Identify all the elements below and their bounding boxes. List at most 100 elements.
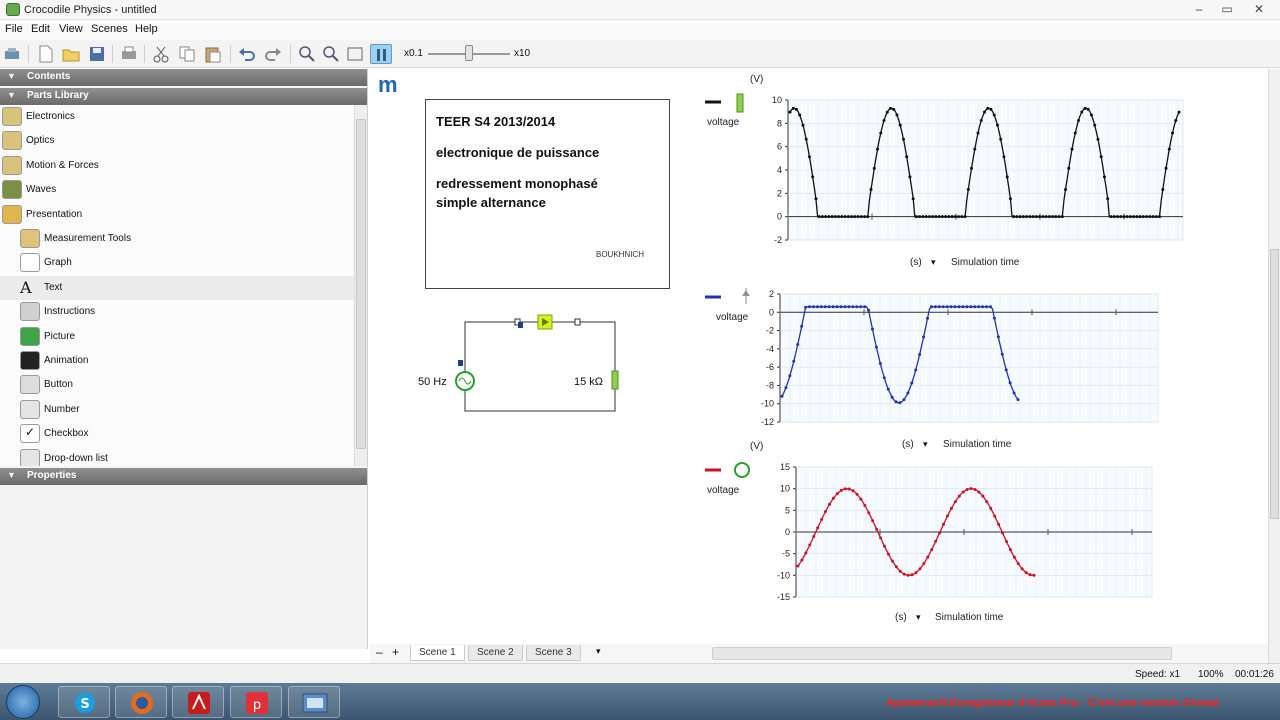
library-item-label: Electronics	[26, 111, 75, 122]
graph1-ytick-label: 0	[777, 212, 782, 222]
pause-icon[interactable]	[370, 44, 392, 64]
library-item-optics[interactable]: Optics	[0, 129, 354, 153]
graph1-point	[843, 215, 847, 219]
acrobat-icon[interactable]	[172, 686, 224, 718]
graph3-point	[945, 514, 949, 518]
open-icon[interactable]	[60, 44, 82, 64]
library-item-drop-down-list[interactable]: Drop-down list	[0, 447, 354, 466]
graph3-point	[875, 527, 879, 531]
scene-icon[interactable]	[2, 44, 24, 64]
graph2-point	[914, 368, 918, 372]
graph3-ytick-label: 5	[785, 505, 790, 515]
remove-scene-button[interactable]: –	[376, 645, 383, 659]
contents-header[interactable]: ▼ Contents	[0, 69, 367, 86]
library-item-animation[interactable]: Animation	[0, 349, 354, 373]
windows-start-icon[interactable]	[6, 685, 40, 719]
library-item-presentation[interactable]: Presentation	[0, 203, 354, 227]
undo-icon[interactable]	[236, 44, 258, 64]
graph1-x-dropdown[interactable]: ▾	[931, 257, 936, 268]
diode-component[interactable]	[537, 314, 553, 330]
graph2-x-dropdown[interactable]: ▾	[923, 439, 928, 450]
collapse-arrow-icon: ▼	[7, 470, 16, 480]
library-item-measurement-tools[interactable]: Measurement Tools	[0, 227, 354, 251]
library-item-instructions[interactable]: Instructions	[0, 300, 354, 324]
menu-view[interactable]: View	[59, 23, 83, 35]
menu-edit[interactable]: Edit	[31, 23, 50, 35]
tab-scene-1[interactable]: Scene 1	[410, 645, 465, 661]
textbox-topic-line1: redressement monophasé	[436, 176, 598, 191]
ac-source-component[interactable]	[455, 371, 475, 391]
firefox-icon[interactable]	[115, 686, 167, 718]
zoom-in-icon[interactable]	[296, 44, 318, 64]
scene-text-box[interactable]: TEER S4 2013/2014 electronique de puissa…	[425, 99, 670, 289]
maximize-button[interactable]: ▭	[1216, 2, 1238, 17]
graph2-point	[890, 395, 894, 399]
graph2-point	[780, 394, 784, 398]
graph1-point	[1102, 175, 1106, 179]
graph1-point	[992, 113, 996, 117]
library-item-label: Motion & Forces	[26, 159, 99, 171]
cut-icon[interactable]	[150, 44, 172, 64]
save-icon[interactable]	[86, 44, 108, 64]
graph3-x-dropdown[interactable]: ▾	[916, 612, 921, 623]
close-button[interactable]: ✕	[1248, 2, 1270, 17]
graph1-point	[1122, 215, 1126, 219]
parts-library-header[interactable]: ▼ Parts Library	[0, 88, 367, 105]
graph1-point	[1089, 113, 1093, 117]
fit-icon[interactable]	[344, 44, 366, 64]
graph1-point	[895, 113, 899, 117]
minimize-button[interactable]: –	[1188, 2, 1210, 17]
menu-file[interactable]: File	[5, 23, 23, 35]
resistor-component[interactable]	[611, 370, 619, 390]
canvas-scroll-thumb[interactable]	[1270, 249, 1279, 519]
library-item-waves[interactable]: Waves	[0, 178, 354, 202]
speed-slider-thumb[interactable]	[465, 45, 473, 61]
crocodile-logo: m	[378, 72, 398, 97]
textbox-author: BOUKHNICH	[596, 250, 645, 259]
graph2-point	[929, 305, 933, 309]
canvas-scrollbar[interactable]	[1268, 69, 1280, 663]
library-item-text[interactable]: A Text	[0, 275, 354, 300]
library-item-number[interactable]: Number	[0, 398, 354, 422]
canvas-horizontal-scrollbar[interactable]	[712, 647, 1172, 660]
graph3-point	[831, 496, 835, 500]
paste-icon[interactable]	[202, 44, 224, 64]
tab-scene-3[interactable]: Scene 3	[526, 645, 581, 661]
scene-tabs-more[interactable]: ▾	[596, 646, 601, 657]
menu-help[interactable]: Help	[135, 23, 158, 35]
add-scene-button[interactable]: +	[392, 645, 399, 659]
graph1-point	[879, 131, 883, 135]
zoom-out-icon[interactable]	[320, 44, 342, 64]
p-app-icon[interactable]: p	[230, 686, 282, 718]
circuit-diagram[interactable]	[420, 310, 630, 420]
tab-scene-2[interactable]: Scene 2	[468, 645, 523, 661]
graph1-point	[1054, 215, 1058, 219]
library-scroll-thumb[interactable]	[356, 119, 366, 449]
library-item-checkbox[interactable]: ✓ Checkbox	[0, 422, 354, 446]
graph1-point	[856, 215, 860, 219]
print-icon[interactable]	[118, 44, 140, 64]
library-item-button[interactable]: Button	[0, 373, 354, 397]
properties-header[interactable]: ▼ Properties	[0, 468, 367, 485]
library-item-motion-forces[interactable]: Motion & Forces	[0, 154, 354, 178]
screen-recorder-icon[interactable]	[288, 686, 340, 718]
graph2-point	[827, 305, 831, 309]
menu-scenes[interactable]: Scenes	[91, 23, 128, 35]
graph1-point	[846, 215, 850, 219]
redo-icon[interactable]	[262, 44, 284, 64]
animation-icon	[20, 351, 40, 370]
library-item-picture[interactable]: Picture	[0, 325, 354, 349]
speed-min-label: x0.1	[404, 48, 423, 59]
graph2-point	[808, 305, 812, 309]
graph2-point	[847, 305, 851, 309]
graph1-point	[940, 215, 944, 219]
graph2-point	[985, 305, 989, 309]
skype-icon[interactable]: S	[58, 686, 110, 718]
graph1-point	[970, 166, 974, 170]
new-icon[interactable]	[34, 44, 56, 64]
copy-icon[interactable]	[176, 44, 198, 64]
library-item-graph[interactable]: Graph	[0, 251, 354, 275]
library-item-electronics[interactable]: Electronics	[0, 105, 354, 129]
graph3-point	[879, 536, 883, 540]
parts-library-list: Electronics Optics Motion & Forces Waves Pre…	[0, 105, 354, 466]
